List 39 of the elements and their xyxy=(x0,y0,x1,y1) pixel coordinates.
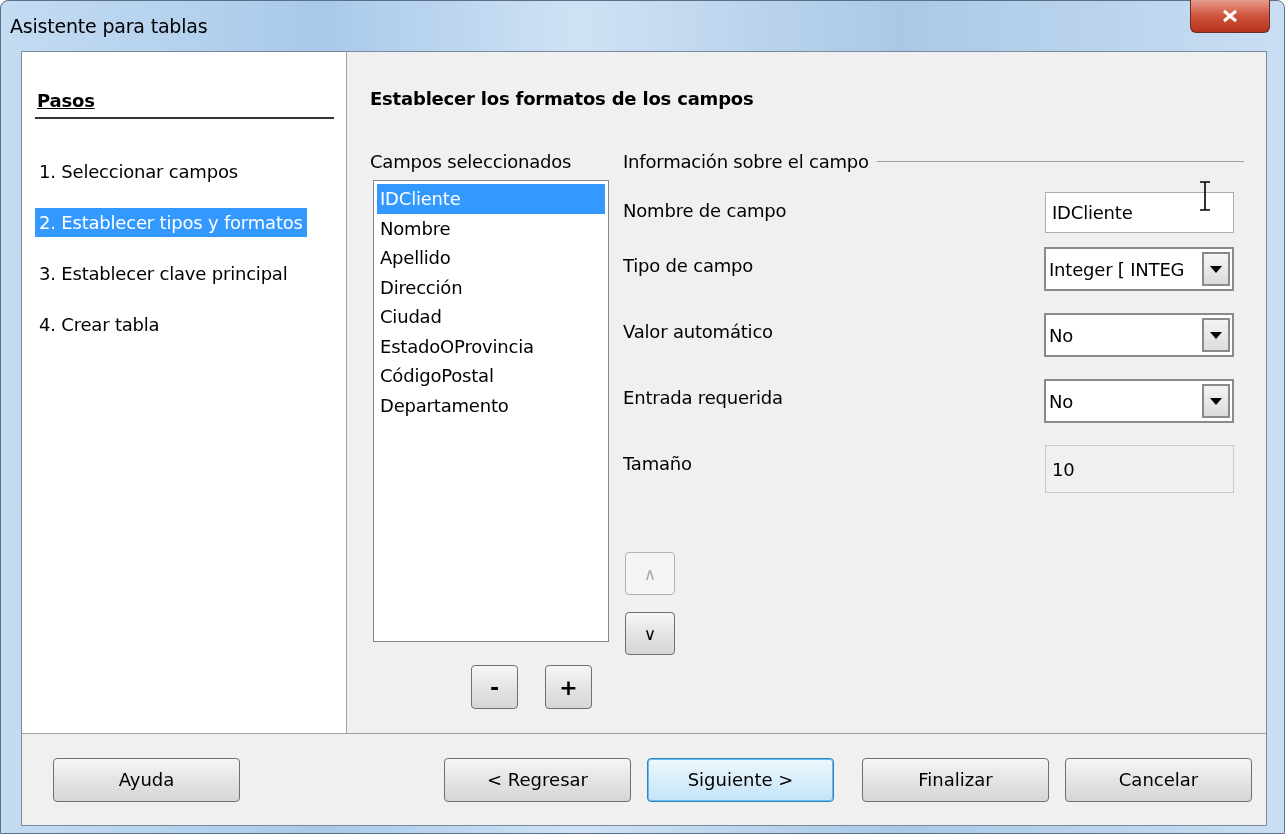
list-item[interactable]: Nombre xyxy=(377,213,605,243)
list-item[interactable]: EstadoOProvincia xyxy=(377,331,605,361)
dialog-button[interactable]: Cancelar xyxy=(1065,757,1252,802)
dropdown-arrow-icon xyxy=(1210,265,1222,273)
steps-heading: Pasos xyxy=(35,90,334,119)
list-item[interactable]: CódigoPostal xyxy=(377,361,605,391)
field-label: Entrada requerida xyxy=(623,386,783,408)
step-item[interactable]: 3. Establecer clave principal xyxy=(35,259,292,288)
text-cursor-icon xyxy=(1199,181,1211,211)
dialog-button[interactable]: < Regresar xyxy=(444,757,631,802)
field-label: Tamaño xyxy=(623,452,692,474)
group-title: Información sobre el campo xyxy=(623,151,869,172)
move-down-button[interactable]: ∨ xyxy=(625,612,675,655)
step-item[interactable]: 4. Crear tabla xyxy=(35,310,164,339)
list-label: Campos seleccionados xyxy=(370,151,573,172)
field-list[interactable]: IDCliente Nombre Apellido Dirección Ciudad EstadoOProvincia CódigoPostal Departamento xyxy=(373,180,609,642)
close-icon xyxy=(1222,8,1238,23)
help-button[interactable]: Ayuda xyxy=(53,757,240,802)
field-label: Tipo de campo xyxy=(623,254,754,276)
remove-button[interactable]: - xyxy=(471,665,518,709)
field-label: Nombre de campo xyxy=(623,199,787,221)
dropdown[interactable]: No xyxy=(1044,379,1234,423)
dialog-button[interactable]: Finalizar xyxy=(862,757,1049,802)
step-item[interactable]: 1. Seleccionar campos xyxy=(35,157,242,186)
list-item[interactable]: Ciudad xyxy=(377,302,605,332)
dropdown[interactable]: No xyxy=(1044,313,1234,357)
dialog-button[interactable]: Siguiente > xyxy=(647,757,834,802)
close-button[interactable] xyxy=(1190,0,1270,33)
list-item[interactable]: Departamento xyxy=(377,390,605,420)
list-item[interactable]: Dirección xyxy=(377,272,605,302)
field-label: Valor automático xyxy=(623,320,773,342)
window-title: Asistente para tablas xyxy=(10,15,208,37)
size-field: 10 xyxy=(1045,445,1234,493)
list-item[interactable]: Apellido xyxy=(377,243,605,273)
add-button[interactable]: + xyxy=(545,665,592,709)
dropdown-arrow-icon xyxy=(1210,397,1222,405)
dropdown[interactable]: Integer [ INTEG xyxy=(1044,247,1234,291)
dropdown-arrow-icon xyxy=(1210,331,1222,339)
page-title: Establecer los formatos de los campos xyxy=(370,88,755,109)
